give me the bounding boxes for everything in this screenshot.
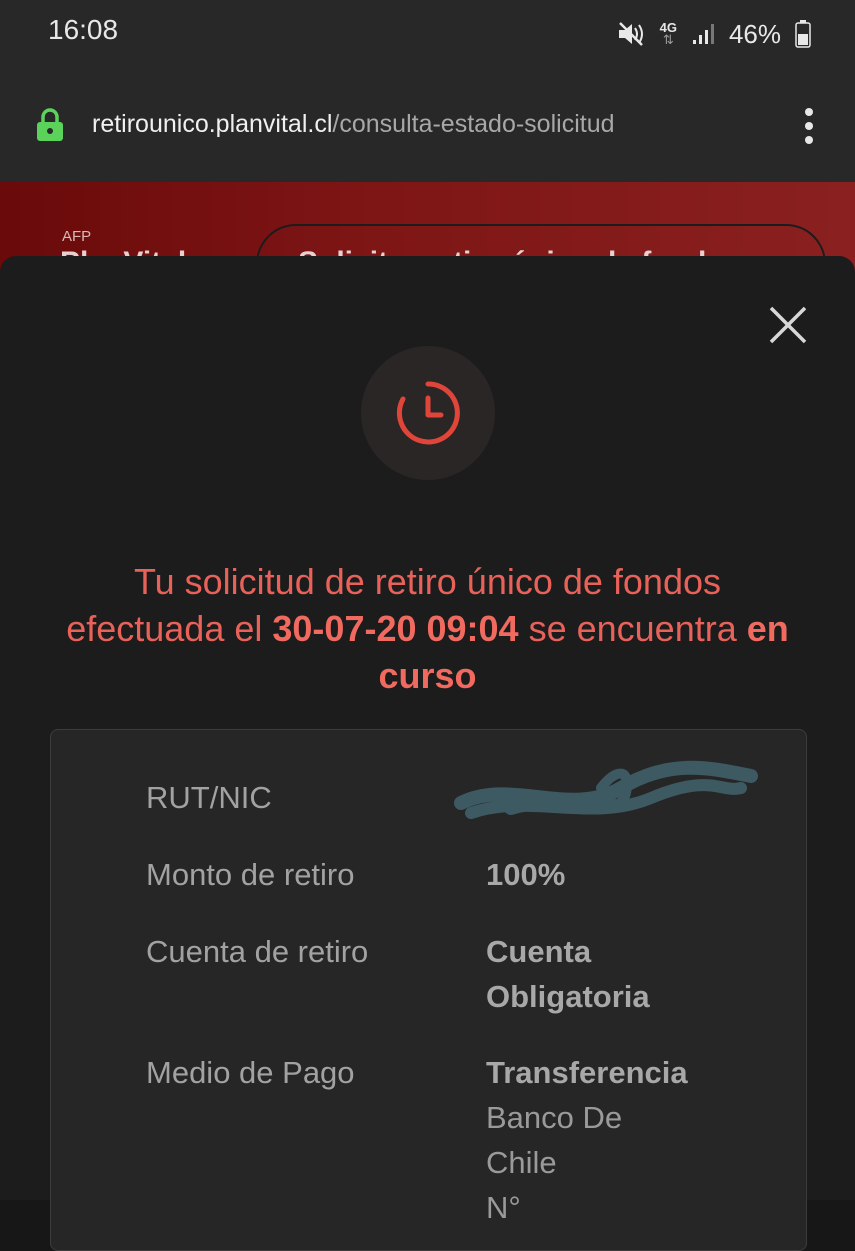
url-text[interactable]: retirounico.planvital.cl/consulta-estado… xyxy=(92,110,615,139)
lock-icon xyxy=(37,108,63,141)
payment-method-value: Transferencia Banco De Chile N° xyxy=(486,1050,688,1230)
request-details-card: RUT/NIC Monto de retiro 100% Cuenta de r… xyxy=(50,729,807,1251)
battery-percentage: 46% xyxy=(728,18,781,49)
url-path: /consulta-estado-solicitud xyxy=(332,110,615,138)
battery-icon xyxy=(795,20,811,48)
browser-url-bar[interactable]: retirounico.planvital.cl/consulta-estado… xyxy=(0,68,855,182)
amount-label: Monto de retiro xyxy=(146,857,355,892)
account-label: Cuenta de retiro xyxy=(146,934,369,969)
payment-method-label: Medio de Pago xyxy=(146,1055,355,1090)
payment-account-number: N° xyxy=(486,1190,521,1225)
overflow-menu-icon[interactable] xyxy=(799,104,819,144)
status-modal: Tu solicitud de retiro único de fondos e… xyxy=(0,256,855,1251)
status-time: 16:08 xyxy=(48,14,119,45)
status-icons: 4G ⇅ 46% xyxy=(616,14,811,54)
payment-method-type: Transferencia xyxy=(486,1055,688,1090)
amount-value-text: 100% xyxy=(486,857,566,892)
request-datetime: 30-07-20 09:04 xyxy=(272,608,519,649)
url-domain: retirounico.planvital.cl xyxy=(92,110,333,138)
status-message: Tu solicitud de retiro único de fondos e… xyxy=(60,558,795,699)
signal-icon xyxy=(692,24,714,44)
rut-label: RUT/NIC xyxy=(146,780,272,815)
account-value: Cuenta Obligatoria xyxy=(486,929,686,1019)
mute-icon xyxy=(618,22,643,46)
afp-label: AFP xyxy=(62,228,92,245)
status-bar: 16:08 4G ⇅ 46% xyxy=(0,0,855,68)
clock-icon xyxy=(396,381,460,445)
status-icon-circle xyxy=(361,346,495,480)
status-message-middle: se encuentra xyxy=(528,608,737,649)
payment-bank: Banco De Chile xyxy=(486,1100,623,1180)
account-value-text: Cuenta Obligatoria xyxy=(486,934,650,1014)
amount-value: 100% xyxy=(486,852,786,897)
redaction-scribble xyxy=(454,760,758,819)
network-4g-icon: 4G ⇅ xyxy=(659,20,677,47)
close-icon[interactable] xyxy=(767,304,809,346)
